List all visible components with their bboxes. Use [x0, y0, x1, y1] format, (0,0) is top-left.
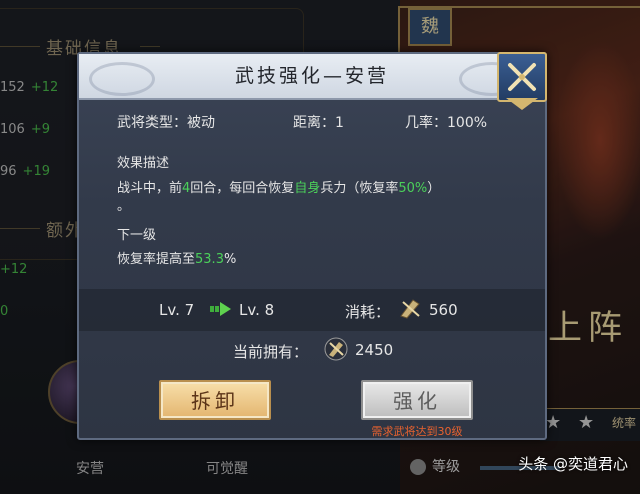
effect-heading: 效果描述: [117, 156, 170, 171]
general-type: 武将类型：被动: [117, 115, 215, 131]
close-icon: [508, 63, 536, 91]
requirement-text: 需求武将达到30级: [371, 425, 463, 438]
next-level-heading: 下一级: [117, 228, 157, 243]
owned-label: 当前拥有：: [233, 343, 309, 361]
skill-chance: 几率：100%: [405, 115, 488, 131]
next-level: Lv. 8: [239, 301, 275, 319]
cost-label: 消耗：: [345, 303, 391, 321]
enhance-button[interactable]: 强化: [361, 380, 473, 420]
skill-book-icon: [400, 299, 420, 319]
dismantle-button[interactable]: 拆卸: [159, 380, 271, 420]
next-level-description: 恢复率提高至53.3%: [117, 252, 237, 267]
dialog-header: 武技强化—安营: [79, 54, 545, 100]
current-level: Lv. 7: [159, 301, 195, 319]
skill-enhance-dialog: 武技强化—安营 武将类型：被动 距离：1 几率：100% 效果描述 战斗中，前4…: [77, 52, 547, 440]
owned-value: 2450: [355, 341, 394, 359]
effect-description-end: 。: [117, 199, 131, 214]
arrow-right-icon: [210, 302, 231, 316]
watermark: 头条 @奕道君心: [518, 455, 628, 473]
skill-range: 距离：1: [293, 115, 344, 131]
upgrade-info-band: [79, 289, 545, 331]
dialog-title: 武技强化—安营: [234, 65, 389, 87]
close-button[interactable]: [497, 52, 547, 102]
skill-book-icon: [324, 337, 348, 361]
cost-value: 560: [429, 301, 458, 319]
close-button-ornament: [506, 98, 538, 110]
effect-description: 战斗中，前4回合，每回合恢复自身兵力（恢复率50%）: [117, 181, 441, 196]
